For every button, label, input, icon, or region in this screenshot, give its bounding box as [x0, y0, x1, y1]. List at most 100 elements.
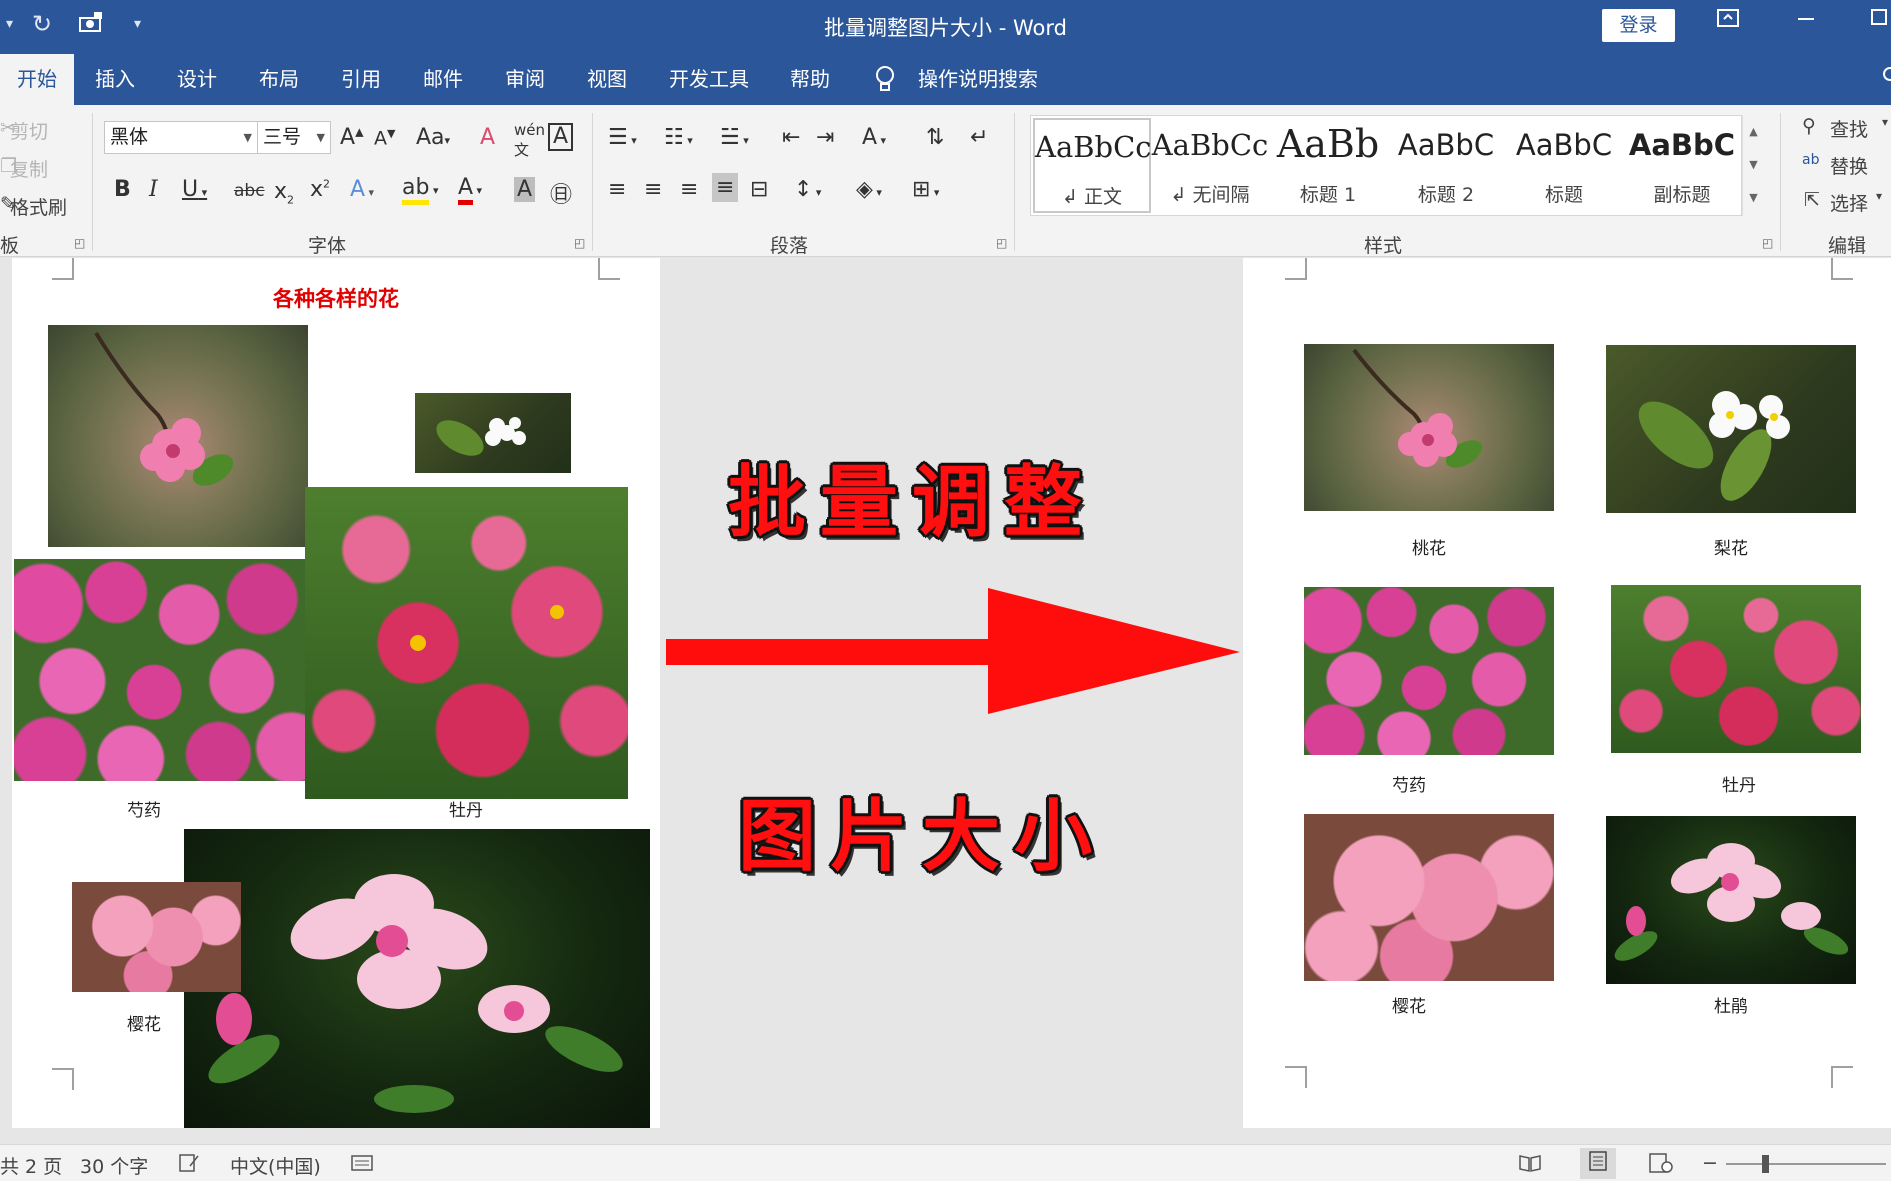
text-effects-icon[interactable]: A ▾ — [350, 177, 374, 202]
style-no-spacing[interactable]: AaBbCc ↲ 无间隔 — [1151, 118, 1269, 213]
word-count[interactable]: 30 个字 — [80, 1152, 148, 1179]
highlight-icon[interactable]: ab ▾ — [402, 175, 438, 205]
show-marks-icon[interactable]: ↵ — [970, 125, 988, 150]
strikethrough-icon[interactable]: abc — [234, 181, 265, 201]
web-layout-icon[interactable] — [1648, 1152, 1674, 1179]
caption-mudan: 牡丹 — [449, 801, 483, 821]
borders-icon[interactable]: ⊞ ▾ — [912, 177, 939, 202]
change-case-icon[interactable]: Aa▾ — [416, 125, 450, 150]
chevron-down-icon[interactable]: ▾ — [1882, 115, 1888, 129]
bold-icon[interactable]: B — [114, 177, 131, 202]
zoom-out-icon[interactable]: − — [1702, 1152, 1718, 1174]
align-left-icon[interactable]: ≡ — [608, 177, 626, 202]
page-count[interactable]: 共 2 页 — [0, 1152, 62, 1179]
tab-insert[interactable]: 插入 — [95, 54, 135, 105]
login-button[interactable]: 登录 — [1602, 9, 1675, 42]
decrease-indent-icon[interactable]: ⇤ — [782, 125, 800, 150]
bullets-icon[interactable]: ☰ ▾ — [608, 125, 637, 150]
grow-font-icon[interactable]: A▲ — [340, 125, 364, 150]
photo-shaoyao[interactable] — [14, 559, 306, 781]
replace-button[interactable]: 替换 — [1830, 152, 1868, 179]
increase-indent-icon[interactable]: ⇥ — [816, 125, 834, 150]
style-heading-2[interactable]: AaBbC 标题 2 — [1387, 118, 1505, 213]
find-button[interactable]: 查找 — [1830, 115, 1868, 142]
superscript-icon[interactable]: x2 — [310, 177, 330, 202]
align-right-icon[interactable]: ≡ — [680, 177, 698, 202]
cut-button[interactable]: 剪切 — [10, 117, 48, 144]
sort-icon[interactable]: ⇅ — [926, 125, 944, 150]
tab-view[interactable]: 视图 — [587, 54, 627, 105]
styles-gallery: AaBbCc ↲ 正文 AaBbCc ↲ 无间隔 AaBb 标题 1 AaBbC… — [1030, 115, 1742, 216]
style-title[interactable]: AaBbC 标题 — [1505, 118, 1623, 213]
asian-layout-icon[interactable]: A ▾ — [862, 125, 886, 150]
photo-dujuan[interactable] — [184, 829, 650, 1128]
photo-pear-blossom[interactable] — [415, 393, 571, 473]
scroll-up-icon[interactable]: ▲ — [1743, 115, 1764, 148]
chevron-down-icon[interactable]: ▾ — [1876, 189, 1882, 203]
format-painter-button[interactable]: 格式刷 — [10, 193, 67, 220]
styles-launcher-icon[interactable]: ◰ — [1762, 236, 1773, 250]
underline-icon[interactable]: U ▾ — [182, 177, 207, 202]
tab-developer[interactable]: 开发工具 — [669, 54, 749, 105]
style-normal[interactable]: AaBbCc ↲ 正文 — [1033, 118, 1152, 213]
line-spacing-icon[interactable]: ↕ ▾ — [794, 177, 821, 202]
tab-references[interactable]: 引用 — [341, 54, 381, 105]
font-name-combo[interactable]: 黑体 ▼ — [104, 121, 258, 154]
style-sample: AaBbCc — [1035, 130, 1152, 164]
shading-icon[interactable]: ◈ ▾ — [856, 177, 882, 202]
photo-peach-blossom[interactable] — [48, 325, 308, 547]
tab-mailings[interactable]: 邮件 — [423, 54, 463, 105]
photo-yinghua[interactable] — [1304, 814, 1554, 981]
photo-mudan[interactable] — [1611, 585, 1861, 753]
distributed-icon[interactable]: ⊟ — [750, 177, 768, 202]
enclosed-characters-icon[interactable]: ㊐ — [550, 177, 572, 209]
share-icon[interactable] — [1880, 54, 1891, 105]
print-layout-icon[interactable] — [1580, 1148, 1616, 1179]
font-launcher-icon[interactable]: ◰ — [574, 236, 585, 250]
italic-icon[interactable]: I — [149, 177, 158, 202]
phonetic-guide-icon[interactable]: wén 文 — [514, 121, 545, 160]
character-shading-icon[interactable]: A — [514, 177, 536, 202]
tab-review[interactable]: 审阅 — [505, 54, 545, 105]
tab-help[interactable]: 帮助 — [790, 54, 830, 105]
character-border-icon[interactable]: A — [548, 123, 574, 151]
macro-recording-icon[interactable] — [350, 1152, 374, 1179]
align-center-icon[interactable]: ≡ — [644, 177, 662, 202]
tab-design[interactable]: 设计 — [177, 54, 217, 105]
minimize-icon[interactable] — [1796, 8, 1816, 34]
copy-button[interactable]: 复制 — [10, 155, 48, 182]
photo-yinghua[interactable] — [72, 882, 241, 992]
scroll-down-icon[interactable]: ▼ — [1743, 148, 1764, 181]
justify-icon[interactable]: ≡ — [712, 173, 739, 202]
photo-mudan[interactable] — [305, 487, 628, 799]
photo-peach-blossom[interactable] — [1304, 344, 1554, 511]
maximize-icon[interactable] — [1868, 8, 1888, 34]
more-styles-icon[interactable]: ▼ — [1743, 181, 1764, 214]
zoom-slider[interactable] — [1726, 1155, 1886, 1173]
photo-shaoyao[interactable] — [1304, 587, 1554, 755]
document-page-left[interactable]: 各种各样的花 芍药 牡丹 樱花 — [12, 258, 660, 1128]
zoom-slider-thumb[interactable] — [1762, 1155, 1769, 1173]
proofing-icon[interactable] — [178, 1152, 200, 1179]
subscript-icon[interactable]: x2 — [274, 179, 294, 206]
read-mode-icon[interactable] — [1518, 1152, 1542, 1179]
select-button[interactable]: 选择 — [1830, 189, 1868, 216]
ribbon-display-icon[interactable] — [1716, 8, 1740, 34]
photo-pear-blossom[interactable] — [1606, 345, 1856, 513]
numbering-icon[interactable]: ☷ ▾ — [664, 125, 693, 150]
font-size-combo[interactable]: 三号 ▼ — [257, 121, 331, 154]
style-subtitle[interactable]: AaBbC 副标题 — [1623, 118, 1741, 213]
tab-home[interactable]: 开始 — [0, 54, 74, 105]
font-color-icon[interactable]: A ▾ — [458, 175, 482, 205]
shrink-font-icon[interactable]: A▼ — [374, 127, 395, 149]
paragraph-launcher-icon[interactable]: ◰ — [996, 236, 1007, 250]
language-indicator[interactable]: 中文(中国) — [230, 1152, 321, 1179]
tell-me-search[interactable]: 操作说明搜索 — [918, 54, 1038, 105]
multilevel-list-icon[interactable]: ☱ ▾ — [720, 125, 749, 150]
tab-layout[interactable]: 布局 — [259, 54, 299, 105]
document-page-right[interactable]: 桃花 梨花 芍药 牡丹 樱花 杜鹃 — [1243, 258, 1891, 1128]
clear-formatting-icon[interactable]: A — [480, 125, 495, 150]
photo-dujuan[interactable] — [1606, 816, 1856, 984]
clipboard-launcher-icon[interactable]: ◰ — [74, 236, 85, 250]
style-heading-1[interactable]: AaBb 标题 1 — [1269, 118, 1387, 213]
